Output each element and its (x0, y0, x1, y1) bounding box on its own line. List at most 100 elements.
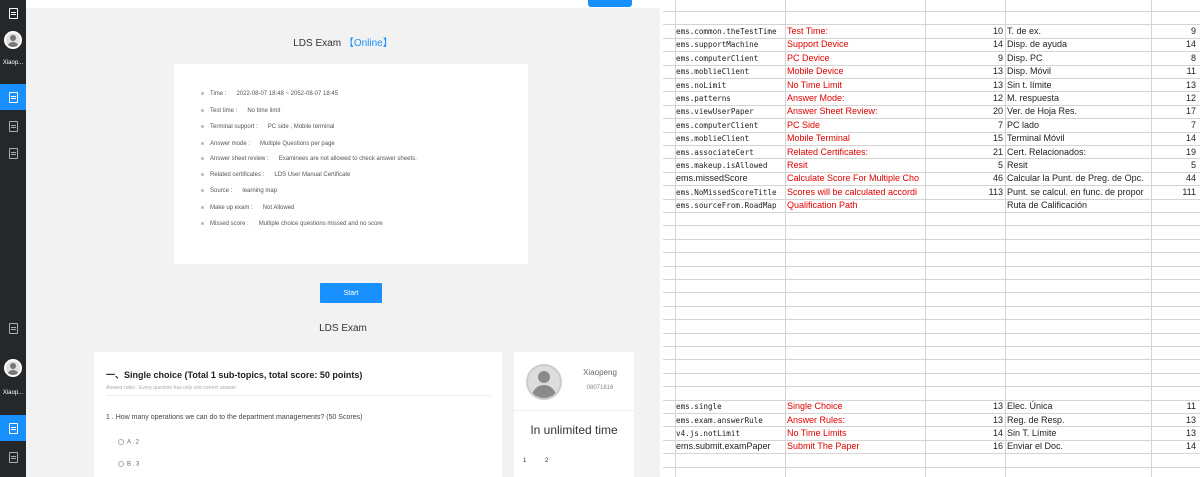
cell-count-en[interactable]: 21 (927, 146, 1003, 159)
cell-count-en[interactable]: 113 (927, 186, 1003, 199)
cell-key[interactable]: ems.moblieClient (676, 65, 783, 78)
cell-key[interactable]: ems.makeup.isAllowed (676, 159, 783, 172)
cell-count-en[interactable]: 9 (927, 52, 1003, 65)
cell-english[interactable]: Support Device (787, 38, 926, 51)
cell-count-es[interactable] (1152, 199, 1196, 212)
cell-count-es[interactable]: 14 (1152, 132, 1196, 145)
cell-count-en[interactable]: 13 (927, 400, 1003, 413)
cell-count-en[interactable]: 13 (927, 79, 1003, 92)
cell-count-en[interactable]: 14 (927, 38, 1003, 51)
cell-english[interactable]: PC Side (787, 119, 926, 132)
cell-english[interactable]: Calculate Score For Multiple Cho (787, 172, 926, 185)
cell-spanish[interactable]: Enviar el Doc. (1007, 440, 1157, 453)
cell-count-en[interactable]: 15 (927, 132, 1003, 145)
cell-spanish[interactable]: Sin T. Límite (1007, 427, 1157, 440)
option-a[interactable]: A . 2 (118, 439, 139, 446)
cell-english[interactable]: Resit (787, 159, 926, 172)
cell-key[interactable]: ems.associateCert (676, 146, 783, 159)
cell-key[interactable]: ems.computerClient (676, 52, 783, 65)
cell-english[interactable]: Scores will be calculated accordi (787, 186, 926, 199)
cell-count-es[interactable]: 5 (1152, 159, 1196, 172)
cell-english[interactable]: Related Certificates: (787, 146, 926, 159)
cell-count-en[interactable]: 10 (927, 25, 1003, 38)
list-icon[interactable] (0, 444, 26, 470)
cell-key[interactable]: ems.single (676, 400, 783, 413)
cell-key[interactable]: v4.js.notLimit (676, 427, 783, 440)
cell-count-es[interactable]: 14 (1152, 38, 1196, 51)
cell-count-es[interactable]: 19 (1152, 146, 1196, 159)
cell-spanish[interactable]: Terminal Móvil (1007, 132, 1157, 145)
cell-spanish[interactable]: Disp. de ayuda (1007, 38, 1157, 51)
option-b[interactable]: B . 3 (118, 461, 139, 468)
cell-key[interactable]: ems.sourceFrom.RoadMap (676, 199, 783, 212)
cell-count-en[interactable]: 13 (927, 414, 1003, 427)
cell-spanish[interactable]: Ver. de Hoja Res. (1007, 105, 1157, 118)
cell-english[interactable]: Answer Mode: (787, 92, 926, 105)
page-number-1[interactable]: 1 (523, 458, 526, 464)
cell-count-es[interactable]: 14 (1152, 440, 1196, 453)
cell-spanish[interactable]: Disp. Móvil (1007, 65, 1157, 78)
cell-english[interactable]: Mobile Terminal (787, 132, 926, 145)
cell-spanish[interactable]: Disp. PC (1007, 52, 1157, 65)
cell-spanish[interactable]: Reg. de Resp. (1007, 414, 1157, 427)
cell-spanish[interactable]: PC lado (1007, 119, 1157, 132)
cell-key[interactable]: ems.missedScore (676, 172, 783, 185)
cell-count-en[interactable]: 12 (927, 92, 1003, 105)
doc-icon[interactable] (0, 0, 26, 26)
certificate-icon[interactable] (0, 140, 26, 166)
cell-count-es[interactable]: 11 (1152, 65, 1196, 78)
cell-count-en[interactable]: 14 (927, 427, 1003, 440)
cell-english[interactable]: Mobile Device (787, 65, 926, 78)
cell-spanish[interactable]: Punt. se calcul. en func. de propor (1007, 186, 1157, 199)
cell-english[interactable]: Qualification Path (787, 199, 926, 212)
avatar[interactable] (4, 31, 22, 49)
cell-count-es[interactable]: 13 (1152, 79, 1196, 92)
cell-spanish[interactable]: M. respuesta (1007, 92, 1157, 105)
cell-count-en[interactable]: 46 (927, 172, 1003, 185)
doc-icon[interactable] (0, 315, 26, 341)
cell-key[interactable]: ems.patterns (676, 92, 783, 105)
cell-english[interactable]: Single Choice (787, 400, 926, 413)
cell-key[interactable]: ems.common.theTestTime (676, 25, 783, 38)
cell-count-es[interactable]: 9 (1152, 25, 1196, 38)
cell-spanish[interactable]: T. de ex. (1007, 25, 1157, 38)
exam-nav-icon[interactable] (0, 415, 26, 441)
cell-key[interactable]: ems.exam.answerRule (676, 414, 783, 427)
cell-english[interactable]: Submit The Paper (787, 440, 926, 453)
cell-count-es[interactable]: 17 (1152, 105, 1196, 118)
cell-count-en[interactable] (927, 199, 1003, 212)
cell-spanish[interactable]: Calcular la Punt. de Preg. de Opc. (1007, 172, 1157, 185)
cell-count-es[interactable]: 44 (1152, 172, 1196, 185)
cell-english[interactable]: Test Time: (787, 25, 926, 38)
cell-english[interactable]: No Time Limit (787, 79, 926, 92)
cell-english[interactable]: Answer Rules: (787, 414, 926, 427)
cell-english[interactable]: Answer Sheet Review: (787, 105, 926, 118)
cell-spanish[interactable]: Resit (1007, 159, 1157, 172)
cell-spanish[interactable]: Ruta de Calificación (1007, 199, 1157, 212)
cell-english[interactable]: No Time Limits (787, 427, 926, 440)
cell-spanish[interactable]: Elec. Única (1007, 400, 1157, 413)
radio-icon[interactable] (118, 439, 124, 445)
avatar[interactable] (4, 359, 22, 377)
header-action-button[interactable] (588, 0, 632, 7)
cell-spanish[interactable]: Sin t. límite (1007, 79, 1157, 92)
cell-spanish[interactable]: Cert. Relacionados: (1007, 146, 1157, 159)
cell-count-es[interactable]: 7 (1152, 119, 1196, 132)
cell-count-es[interactable]: 11 (1152, 400, 1196, 413)
cell-key[interactable]: ems.supportMachine (676, 38, 783, 51)
cell-count-es[interactable]: 8 (1152, 52, 1196, 65)
page-number-2[interactable]: 2 (545, 458, 548, 464)
cell-key[interactable]: ems.noLimit (676, 79, 783, 92)
cell-count-es[interactable]: 13 (1152, 414, 1196, 427)
cell-key[interactable]: ems.viewUserPaper (676, 105, 783, 118)
cell-count-es[interactable]: 111 (1152, 186, 1196, 199)
cell-key[interactable]: ems.computerClient (676, 119, 783, 132)
radio-icon[interactable] (118, 461, 124, 467)
list-icon[interactable] (0, 113, 26, 139)
cell-count-en[interactable]: 5 (927, 159, 1003, 172)
cell-key[interactable]: ems.submit.examPaper (676, 440, 783, 453)
cell-count-es[interactable]: 12 (1152, 92, 1196, 105)
cell-count-en[interactable]: 16 (927, 440, 1003, 453)
cell-count-en[interactable]: 20 (927, 105, 1003, 118)
cell-key[interactable]: ems.moblieClient (676, 132, 783, 145)
